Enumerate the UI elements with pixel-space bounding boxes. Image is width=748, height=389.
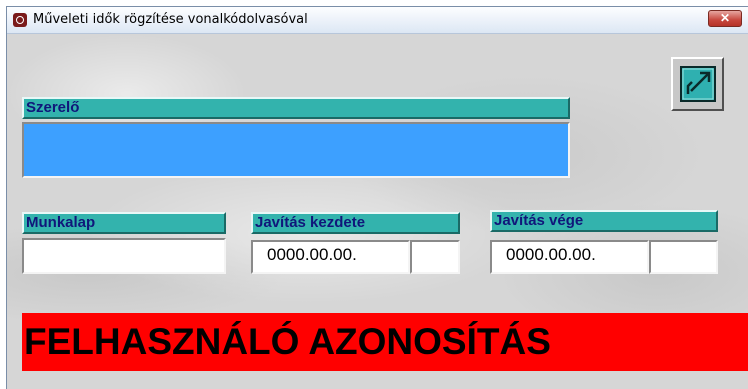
window-title: Műveleti idők rögzítése vonalkódolvasóva… bbox=[33, 12, 308, 27]
repair-start-date-field[interactable]: 0000.00.00. bbox=[251, 240, 410, 274]
form-area: Szerelő Munkalap Javítás kezdete 0000.00… bbox=[7, 34, 748, 389]
title-bar[interactable]: Műveleti idők rögzítése vonalkódolvasóva… bbox=[7, 7, 748, 34]
repair-end-label: Javítás vége bbox=[490, 210, 718, 232]
worksheet-field[interactable] bbox=[22, 238, 226, 274]
worksheet-label: Munkalap bbox=[22, 212, 226, 234]
mechanic-field[interactable] bbox=[22, 122, 570, 178]
repair-end-date-field[interactable]: 0000.00.00. bbox=[490, 240, 649, 274]
repair-start-label: Javítás kezdete bbox=[251, 212, 460, 234]
exit-button[interactable] bbox=[671, 57, 724, 111]
app-icon bbox=[13, 13, 27, 27]
repair-end-time-field[interactable] bbox=[649, 240, 718, 274]
mechanic-label: Szerelő bbox=[22, 97, 570, 119]
close-button[interactable]: ✕ bbox=[708, 10, 742, 27]
exit-door-icon bbox=[680, 66, 716, 102]
status-banner: FELHASZNÁLÓ AZONOSÍTÁS bbox=[22, 313, 748, 371]
main-window: Műveleti idők rögzítése vonalkódolvasóva… bbox=[6, 6, 748, 389]
repair-start-time-field[interactable] bbox=[410, 240, 460, 274]
